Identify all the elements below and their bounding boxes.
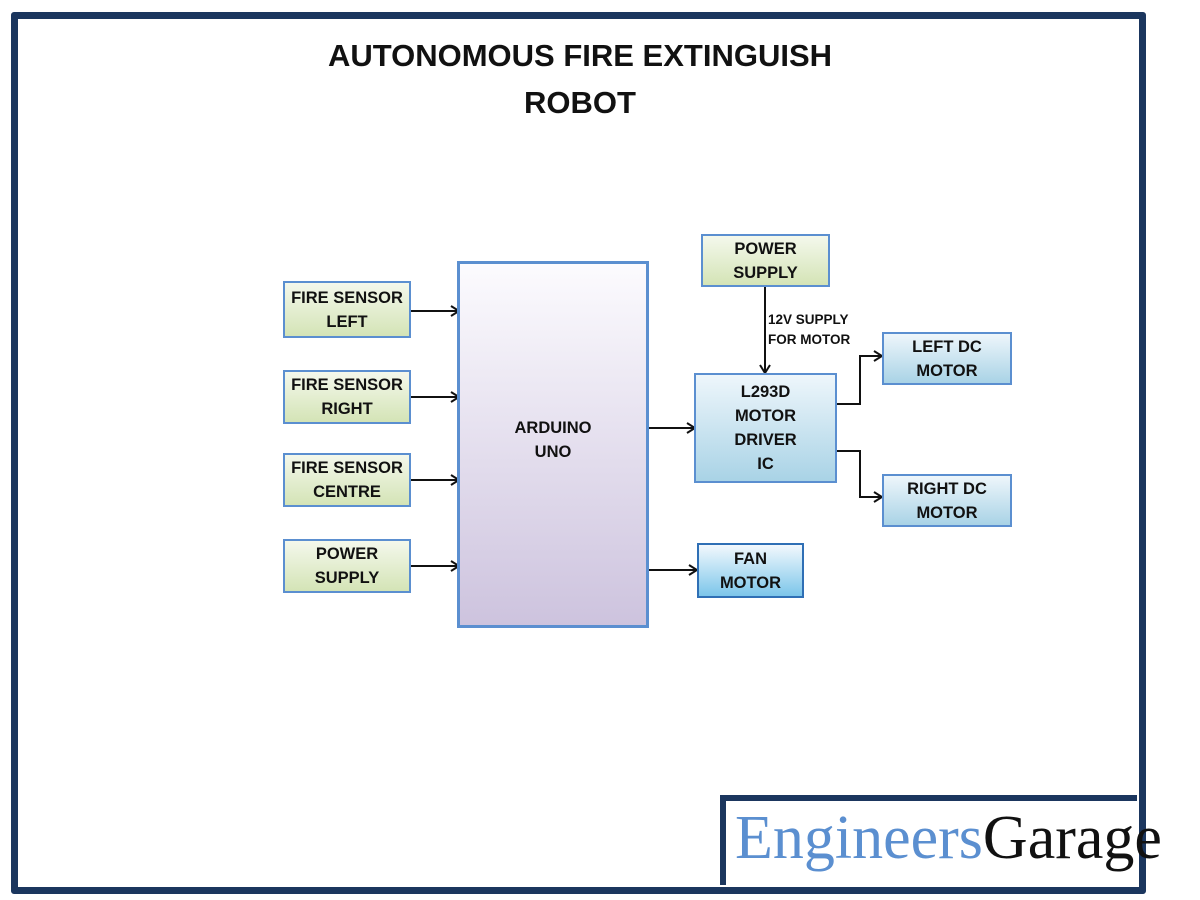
wire-driver-to-left-motor — [836, 356, 882, 405]
power-supply-left-block: POWER SUPPLY — [283, 539, 411, 593]
fan-motor-block: FAN MOTOR — [697, 543, 804, 598]
supply-note-line1: 12V SUPPLY — [768, 312, 849, 327]
l293d-motor-driver-block: L293D MOTOR DRIVER IC — [694, 373, 837, 483]
wire-driver-to-right-motor — [836, 450, 882, 497]
logo-part-garage: Garage — [982, 804, 1162, 872]
logo-part-engineers: Engineers — [735, 804, 983, 872]
fire-sensor-right-block: FIRE SENSOR RIGHT — [283, 370, 411, 424]
left-dc-motor-block: LEFT DC MOTOR — [882, 332, 1012, 385]
arduino-uno-block: ARDUINO UNO — [457, 261, 649, 628]
supply-note-line2: FOR MOTOR — [768, 332, 851, 347]
right-dc-motor-block: RIGHT DC MOTOR — [882, 474, 1012, 527]
fire-sensor-left-block: FIRE SENSOR LEFT — [283, 281, 411, 338]
power-supply-top-block: POWER SUPPLY — [701, 234, 830, 287]
fire-sensor-centre-block: FIRE SENSOR CENTRE — [283, 453, 411, 507]
engineers-garage-logo: EngineersGarage — [735, 800, 1162, 876]
